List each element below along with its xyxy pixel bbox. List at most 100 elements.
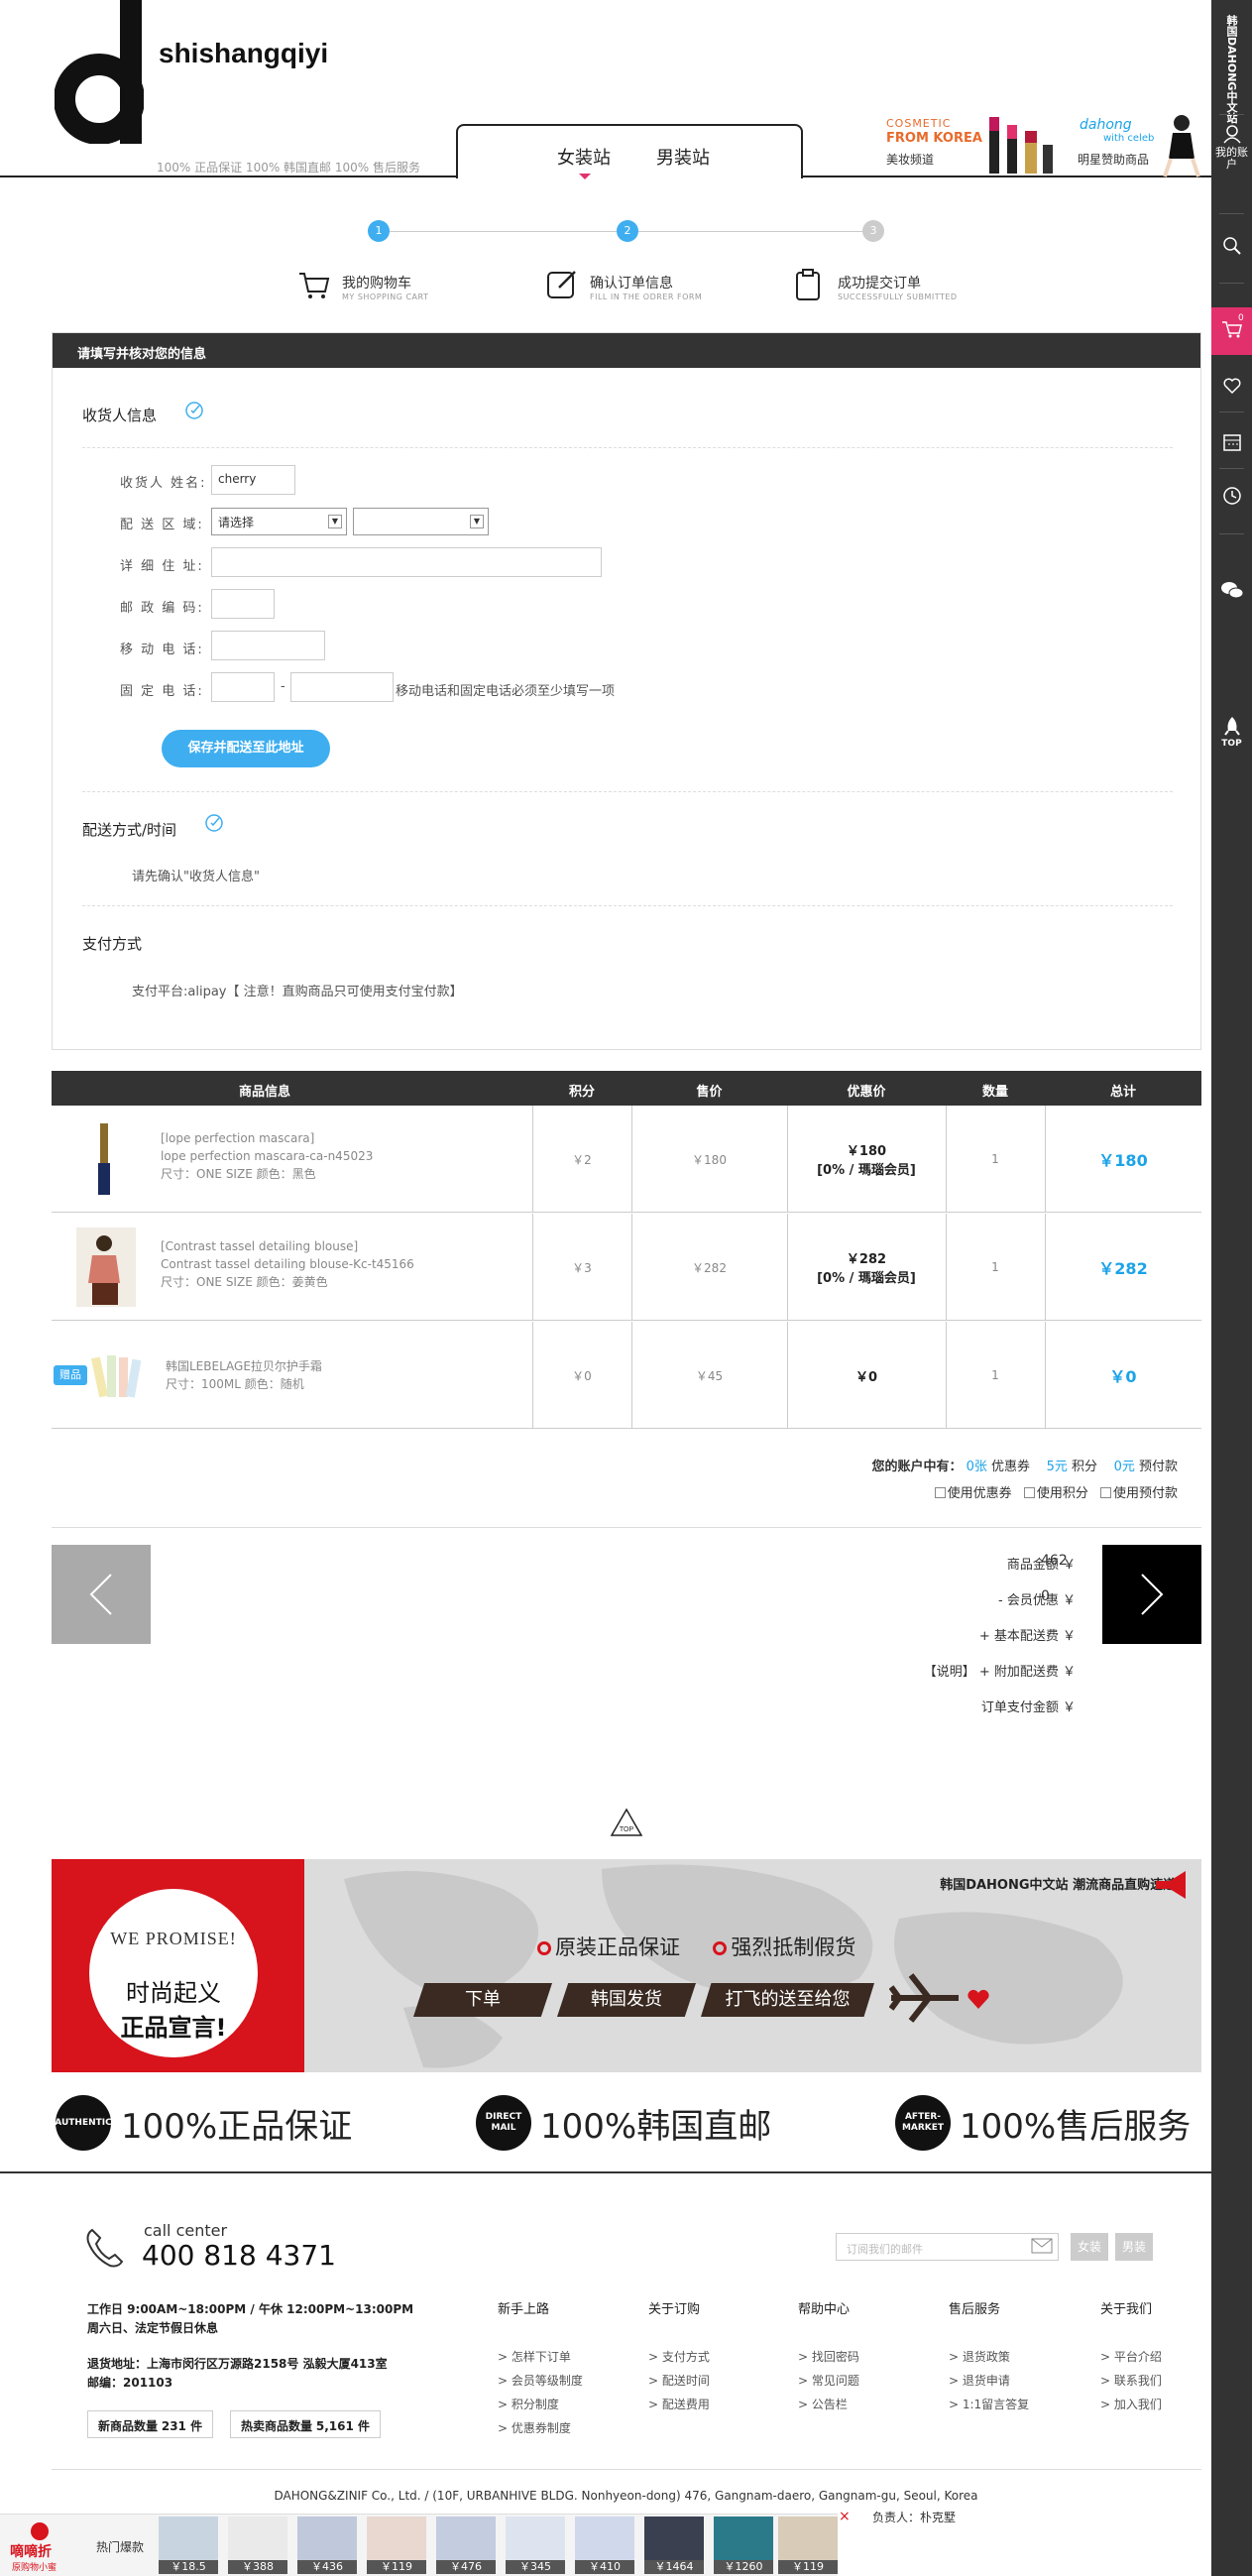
site-tabs: 女装站 男装站	[456, 124, 803, 179]
hot-item[interactable]: ￥345	[506, 2517, 565, 2574]
payment-note: 支付平台:alipay【 注意！直购商品只可使用支付宝付款】	[132, 985, 463, 999]
city-select[interactable]: ▼	[353, 508, 489, 535]
hot-item[interactable]: ￥119	[367, 2517, 426, 2574]
footer-link[interactable]: > 会员等级制度	[498, 2369, 583, 2393]
hot-item[interactable]: ￥1464	[644, 2517, 704, 2574]
prev-button[interactable]	[52, 1545, 151, 1644]
footer-link[interactable]: > 配送费用	[648, 2393, 710, 2416]
product-thumbnail[interactable]	[76, 1228, 136, 1307]
phone-area-field[interactable]	[211, 672, 275, 702]
celeb-image	[1163, 115, 1200, 177]
hot-item[interactable]: ￥436	[297, 2517, 357, 2574]
direct-mail-badge: DIRECT MAIL	[476, 2095, 531, 2151]
new-goods-count: 新商品数量 231 件	[87, 2410, 214, 2438]
footer-link[interactable]: > 配送时间	[648, 2369, 710, 2393]
tab-women[interactable]: 女装站	[557, 144, 611, 170]
cosmetic-promo[interactable]: COSMETIC FROM KOREA 美妆频道	[882, 109, 1071, 178]
sidebar-favorites[interactable]	[1211, 377, 1252, 398]
product-name[interactable]: [Contrast tassel detailing blouse] Contra…	[161, 1237, 414, 1291]
footer-link[interactable]: > 退货申请	[949, 2369, 1029, 2393]
address-label: 详 细 住 址:	[120, 559, 204, 574]
use-points-checkbox[interactable]	[1023, 1487, 1035, 1498]
celeb-promo[interactable]: dahong with celeb 明星赞助商品	[1076, 109, 1209, 178]
hot-item[interactable]: ￥476	[436, 2517, 496, 2574]
sidebar-account[interactable]: 我的账户	[1211, 124, 1252, 171]
product-thumbnail[interactable]	[91, 1351, 141, 1401]
sidebar-top-label: TOP	[1221, 739, 1242, 749]
deal-logo[interactable]: 嘀嘀折 原购物小蜜	[0, 2518, 79, 2576]
sidebar-calendar[interactable]	[1211, 432, 1252, 455]
subscribe-men-button[interactable]: 男装	[1115, 2233, 1153, 2261]
sidebar-top[interactable]: TOP	[1211, 716, 1252, 749]
footer-link[interactable]: > 公告栏	[798, 2393, 859, 2416]
sidebar-history[interactable]	[1211, 486, 1252, 509]
call-center-number: 400 818 4371	[142, 2239, 336, 2272]
hot-item-price: ￥1260	[714, 2560, 773, 2574]
delivery-section-title: 配送方式/时间	[82, 821, 177, 839]
gift-badge: 赠品	[54, 1365, 87, 1385]
subscribe-email-input[interactable]: 订阅我们的邮件	[836, 2233, 1059, 2261]
close-icon[interactable]: ×	[839, 2509, 851, 2524]
product-name[interactable]: [lope perfection mascara] lope perfection…	[161, 1129, 373, 1183]
brand-logo[interactable]	[55, 0, 144, 144]
clock-icon	[1222, 487, 1241, 505]
use-coupon-checkbox[interactable]	[934, 1487, 946, 1498]
back-to-top-button[interactable]: TOP	[610, 1808, 643, 1837]
footer-link[interactable]: > 常见问题	[798, 2369, 859, 2393]
footer-link[interactable]: > 优惠券制度	[498, 2416, 583, 2440]
footer-link[interactable]: > 退货政策	[949, 2345, 1029, 2369]
use-coupon-label: 使用优惠券	[947, 1486, 1012, 1501]
footer-link[interactable]: > 平台介绍	[1100, 2345, 1162, 2369]
clipboard-icon	[796, 269, 820, 300]
sidebar-cart[interactable]: 0	[1211, 307, 1252, 355]
discount-value: ￥282	[846, 1252, 887, 1267]
use-points-label: 使用积分	[1036, 1486, 1088, 1501]
total-cell: ￥282	[1098, 1259, 1148, 1278]
edit-receiver-icon[interactable]	[184, 401, 204, 420]
promise-banner[interactable]: WE PROMISE! 时尚起义 正品宣言! 韩国DAHONG中文站 潮流商品直…	[52, 1859, 1201, 2072]
zip-field[interactable]	[211, 589, 275, 619]
banner-step-3: 打飞的送至给您	[701, 1983, 874, 2017]
use-prepay-checkbox[interactable]	[1099, 1487, 1111, 1498]
phone-number-field[interactable]	[290, 672, 394, 702]
hot-item[interactable]: ￥18.5	[159, 2517, 218, 2574]
footer-link[interactable]: > 1:1留言答复	[949, 2393, 1029, 2416]
goods-amount-value: 462	[1041, 1553, 1068, 1569]
product-name[interactable]: 韩国LEBELAGE拉贝尔护手霜 尺寸：100ML 颜色：随机	[166, 1357, 322, 1393]
hot-item-price: ￥388	[228, 2560, 287, 2574]
subscribe-women-button[interactable]: 女装	[1071, 2233, 1108, 2261]
footer-link[interactable]: > 支付方式	[648, 2345, 710, 2369]
receiver-section-title: 收货人信息	[82, 407, 158, 424]
product-name-line2: Contrast tassel detailing blouse-Kc-t451…	[161, 1257, 414, 1271]
name-label: 收货人 姓名:	[120, 476, 207, 491]
footer-link[interactable]: > 加入我们	[1100, 2393, 1162, 2416]
edit-delivery-icon[interactable]	[204, 813, 224, 833]
mobile-field[interactable]	[211, 631, 325, 660]
address-field[interactable]	[211, 547, 602, 577]
save-address-button[interactable]: 保存并配送至此地址	[162, 730, 330, 767]
hot-item[interactable]: ￥410	[575, 2517, 634, 2574]
hot-item[interactable]: ￥388	[228, 2517, 287, 2574]
sidebar-site-name[interactable]: 韩国DAHONG中文站	[1225, 15, 1238, 123]
qty-cell: 1	[991, 1368, 999, 1382]
product-thumbnail[interactable]	[76, 1119, 136, 1199]
footer-link[interactable]: > 积分制度	[498, 2393, 583, 2416]
hot-item[interactable]: ￥1260	[714, 2517, 773, 2574]
phone-note: 移动电话和固定电话必须至少填写一项	[396, 684, 616, 699]
tab-men[interactable]: 男装站	[656, 144, 710, 170]
province-select[interactable]: 请选择 ▼	[211, 508, 347, 535]
footer-link[interactable]: > 联系我们	[1100, 2369, 1162, 2393]
sidebar-search[interactable]	[1211, 236, 1252, 259]
promo-cosmetic-label: 美妆频道	[886, 153, 935, 167]
chevron-down-icon: ▼	[328, 515, 342, 528]
next-button[interactable]	[1102, 1545, 1201, 1644]
brand-name[interactable]: shishangqiyi	[159, 38, 328, 69]
product-name-line1: [Contrast tassel detailing blouse]	[161, 1239, 359, 1253]
hot-item[interactable]: ￥119	[778, 2517, 838, 2574]
footer-link[interactable]: > 怎样下订单	[498, 2345, 583, 2369]
receiver-name-field[interactable]: cherry	[211, 465, 295, 495]
sidebar-wechat[interactable]	[1211, 580, 1252, 603]
points-label: 积分	[1072, 1460, 1098, 1474]
footer-link[interactable]: > 找回密码	[798, 2345, 859, 2369]
footer-col-beginner: 新手上路 > 怎样下订单 > 会员等级制度 > 积分制度 > 优惠券制度	[498, 2298, 583, 2440]
